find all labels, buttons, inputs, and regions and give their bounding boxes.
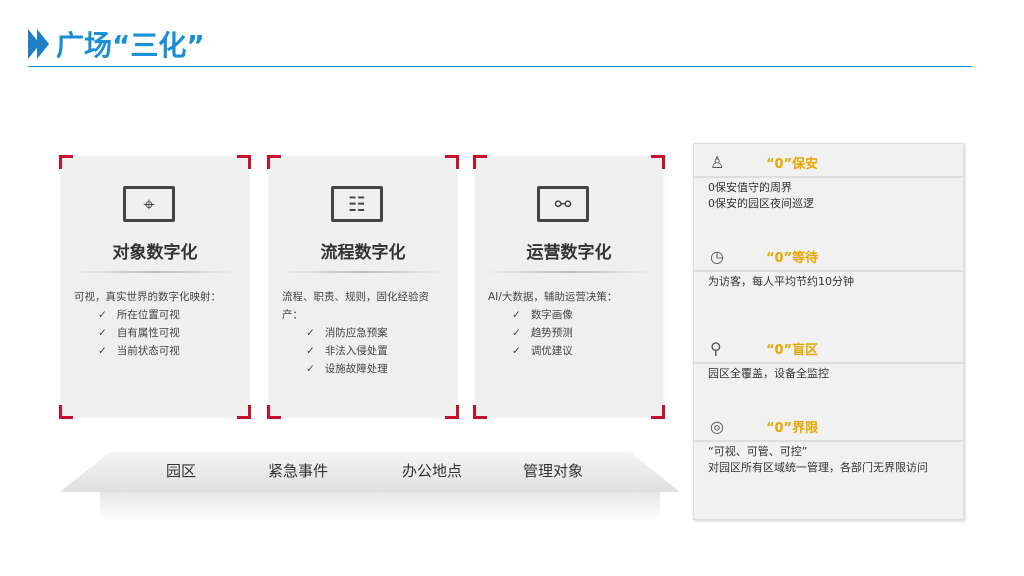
corner-mark — [445, 405, 459, 419]
card-description: AI/大数据，辅助运营决策： — [488, 291, 618, 303]
network-icon: ⚯ — [537, 186, 589, 222]
check-icon: ✓ — [306, 327, 315, 339]
corner-mark — [651, 155, 665, 169]
check-icon: ✓ — [512, 327, 521, 339]
panel-section: ◎ “0”界限 “可视、可管、可控” 对园区所有区域统一管理，各部门无界限访问 — [694, 414, 963, 478]
list-item: ✓ 数字画像 — [488, 306, 654, 324]
corner-mark — [473, 155, 487, 169]
map-pin-icon: ⚲ — [710, 338, 722, 358]
list-item-text: 所在位置可视 — [116, 309, 180, 321]
list-item: ✓ 所在位置可视 — [74, 306, 240, 324]
section-title: “0”盲区 — [766, 342, 819, 358]
list-item: ✓ 调优建议 — [488, 342, 654, 360]
check-icon: ✓ — [512, 309, 521, 321]
section-title: “0”保安 — [766, 156, 819, 172]
list-item-text: 当前状态可视 — [116, 345, 180, 357]
divider — [280, 271, 446, 273]
security-guard-icon: ♙ — [710, 152, 725, 172]
check-icon: ✓ — [98, 309, 107, 321]
page-title: 广场“三化” — [56, 29, 205, 62]
platform-label: 办公地点 — [402, 462, 463, 480]
corner-mark — [237, 155, 251, 169]
section-text: 为访客，每人平均节约10分钟 — [708, 275, 854, 288]
target-icon: ⌖ — [123, 186, 175, 222]
platform-label: 管理对象 — [523, 462, 584, 480]
list-item: ✓ 消防应急预案 — [282, 324, 448, 342]
list-item-text: 调优建议 — [530, 345, 573, 357]
corner-mark — [267, 155, 281, 169]
check-icon: ✓ — [98, 345, 107, 357]
check-icon: ✓ — [512, 345, 521, 357]
panel-section: ⚲ “0”盲区 园区全覆盖，设备全监控 — [694, 336, 963, 384]
section-text: 0保安值守的周界 — [708, 181, 792, 194]
card-1: ☷ 流程数字化 流程、职责、规则，固化经验资产： ✓ 消防应急预案 ✓ 非法入侵处置 ✓ 设… — [267, 155, 459, 419]
check-icon: ✓ — [306, 345, 315, 357]
list-item-text: 数字画像 — [530, 309, 573, 321]
card-description: 可视，真实世界的数字化映射： — [74, 291, 221, 303]
section-text: 对园区所有区域统一管理，各部门无界限访问 — [708, 461, 928, 474]
title-divider — [28, 66, 972, 67]
corner-mark — [473, 405, 487, 419]
divider — [72, 271, 238, 273]
list-item-text: 设施故障处理 — [324, 363, 388, 375]
list-item: ✓ 非法入侵处置 — [282, 342, 448, 360]
list-item: ✓ 当前状态可视 — [74, 342, 240, 360]
list-item-text: 趋势预测 — [530, 327, 573, 339]
card-title: 对象数字化 — [112, 243, 198, 263]
check-icon: ✓ — [306, 363, 315, 375]
flowchart-icon: ☷ — [331, 186, 383, 222]
divider — [486, 271, 652, 273]
zero-panel: ♙ “0”保安 0保安值守的周界 0保安的园区夜间巡逻 ◷ “0”等待 为访客，每人平… — [693, 143, 964, 520]
card-2: ⚯ 运营数字化 AI/大数据，辅助运营决策： ✓ 数字画像 ✓ 趋势预测 ✓ 调优建议 — [473, 155, 665, 419]
radar-icon: ◎ — [710, 416, 724, 436]
platform-base — [60, 452, 680, 492]
chevron-icon — [28, 27, 50, 61]
panel-section: ◷ “0”等待 为访客，每人平均节约10分钟 — [694, 244, 963, 292]
section-text: 园区全覆盖，设备全监控 — [708, 367, 829, 380]
corner-mark — [267, 405, 281, 419]
list-item-text: 消防应急预案 — [324, 327, 388, 339]
platform-label: 园区 — [166, 462, 197, 480]
platform-label: 紧急事件 — [268, 462, 329, 480]
card-title: 流程数字化 — [320, 243, 406, 263]
panel-section: ♙ “0”保安 0保安值守的周界 0保安的园区夜间巡逻 — [694, 150, 963, 214]
section-title: “0”等待 — [766, 250, 819, 266]
card-0: ⌖ 对象数字化 可视，真实世界的数字化映射： ✓ 所在位置可视 ✓ 自有属性可视 ✓ 当前状… — [59, 155, 251, 419]
card-title: 运营数字化 — [526, 243, 612, 263]
list-item-text: 自有属性可视 — [116, 327, 180, 339]
platform-reflection — [100, 492, 660, 522]
header: 广场“三化” — [28, 22, 205, 66]
corner-mark — [445, 155, 459, 169]
corner-mark — [237, 405, 251, 419]
corner-mark — [59, 405, 73, 419]
section-title: “0”界限 — [766, 420, 819, 436]
clock-icon: ◷ — [710, 246, 724, 266]
list-item-text: 非法入侵处置 — [324, 345, 388, 357]
list-item: ✓ 自有属性可视 — [74, 324, 240, 342]
section-text: 0保安的园区夜间巡逻 — [708, 197, 814, 210]
list-item: ✓ 趋势预测 — [488, 324, 654, 342]
corner-mark — [651, 405, 665, 419]
check-icon: ✓ — [98, 327, 107, 339]
section-text: “可视、可管、可控” — [708, 445, 808, 458]
card-description: 流程、职责、规则，固化经验资产： — [282, 291, 429, 321]
list-item: ✓ 设施故障处理 — [282, 360, 448, 378]
corner-mark — [59, 155, 73, 169]
